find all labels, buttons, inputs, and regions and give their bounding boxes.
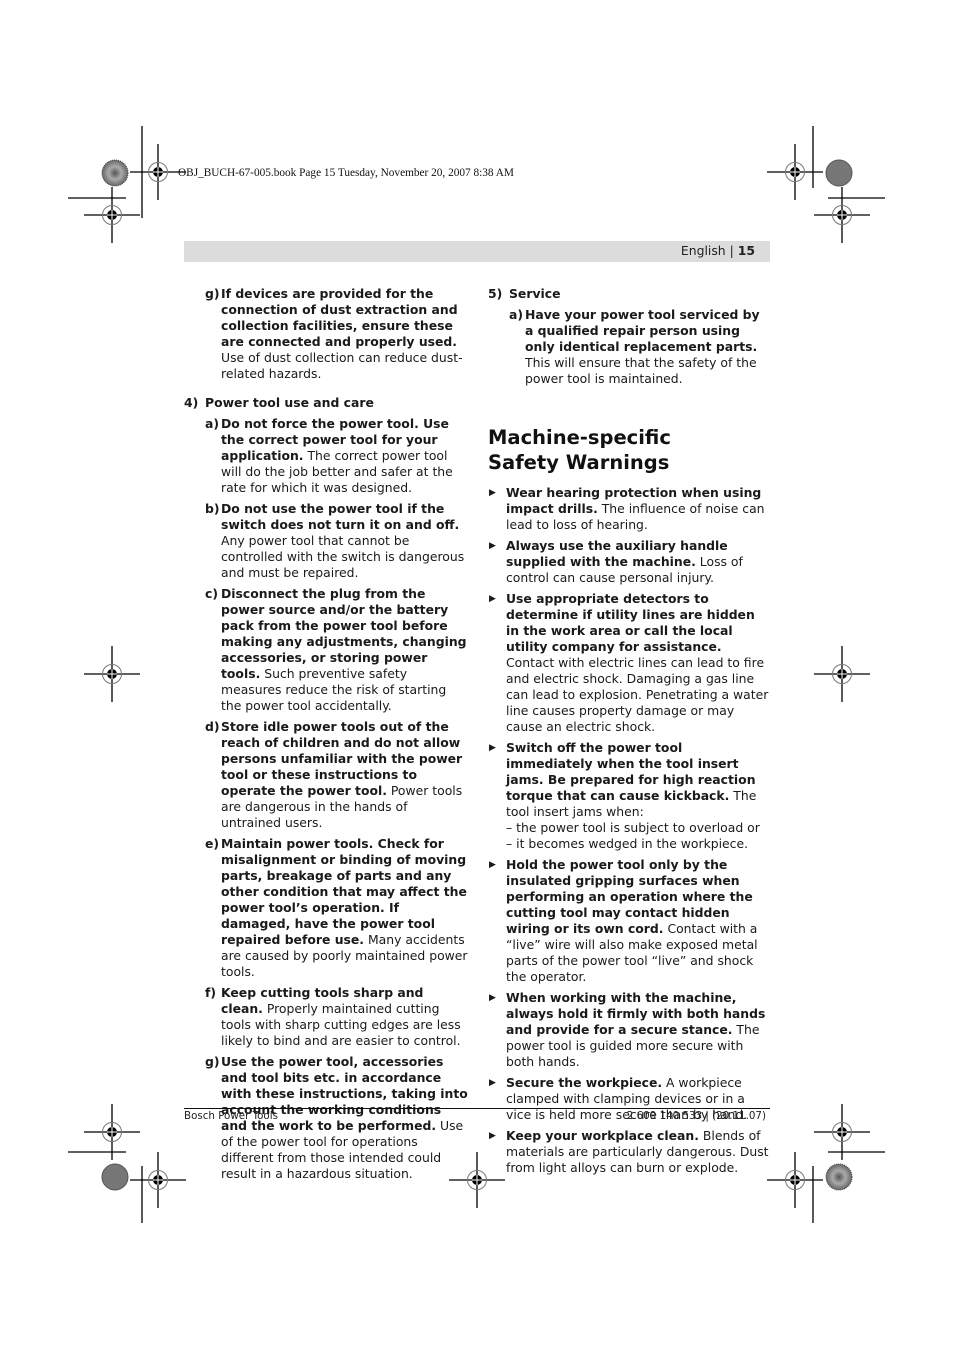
- section-items: a) Do not force the power tool. Use the c…: [184, 416, 468, 1182]
- warning-bullet: ▶ Switch off the power tool immediately w…: [488, 740, 772, 852]
- list-item: a) Do not force the power tool. Use the c…: [184, 416, 468, 496]
- item-label: e): [205, 836, 220, 851]
- list-item: c) Disconnect the plug from the power sou…: [184, 586, 468, 714]
- star-target-icon: [101, 159, 129, 187]
- warning-bullet: ▶ Always use the auxiliary handle supplie…: [488, 538, 772, 586]
- registration-mark-icon: [813, 645, 871, 703]
- heading-line-1: Machine-specific: [488, 426, 671, 449]
- item-label: b): [205, 501, 220, 516]
- section-title-text: Service: [509, 286, 561, 301]
- bullet-bold-text: Use appropriate detectors to determine i…: [506, 591, 755, 654]
- item-bold-text: Do not use the power tool if the switch …: [221, 501, 460, 532]
- gray-target-icon: [101, 1163, 129, 1191]
- bullet-bold-text: Secure the workpiece.: [506, 1075, 663, 1090]
- footer-brand: Bosch Power Tools: [184, 1110, 278, 1122]
- registration-mark-icon: [129, 1151, 187, 1209]
- item-bold-text: Have your power tool serviced by a qual­…: [525, 307, 760, 354]
- item-label: a): [509, 307, 524, 322]
- bullet-arrow-icon: ▶: [489, 1131, 496, 1141]
- section-number: 5): [488, 286, 503, 301]
- header-separator: |: [729, 243, 734, 258]
- right-column: 5) Service a) Have your power tool servic…: [488, 286, 772, 1181]
- list-item: e) Maintain power tools. Check for mis­al…: [184, 836, 468, 980]
- bullet-arrow-icon: ▶: [489, 743, 496, 753]
- warning-bullet: ▶ Keep your workplace clean. Blends of ma…: [488, 1128, 772, 1176]
- list-item: d) Store idle power tools out of the reac…: [184, 719, 468, 831]
- item-label: a): [205, 416, 220, 431]
- star-target-icon: [825, 1163, 853, 1191]
- item-label: d): [205, 719, 220, 734]
- item-text: Any power tool that cannot be controlled…: [221, 533, 465, 580]
- registration-mark-icon: [83, 645, 141, 703]
- warning-bullet: ▶ Use appropriate detectors to determine …: [488, 591, 772, 735]
- bullet-arrow-icon: ▶: [489, 594, 496, 604]
- bullet-text: Contact with electric lines can lead to …: [506, 655, 769, 734]
- page-header-bar: English | 15: [184, 241, 770, 262]
- bullet-bold-text: Always use the auxiliary handle supplied…: [506, 538, 728, 569]
- item-bold-text: If devices are provided for the connec­t…: [221, 286, 458, 349]
- bullet-arrow-icon: ▶: [489, 541, 496, 551]
- list-item: g) If devices are provided for the conne…: [184, 286, 468, 382]
- list-item: f) Keep cutting tools sharp and clean. Pr…: [184, 985, 468, 1049]
- section-title-text: Power tool use and care: [205, 395, 374, 410]
- warning-bullet: ▶ When working with the machine, always h…: [488, 990, 772, 1070]
- footer-doc-number: 2 609 140 533 | (20.11.07): [626, 1110, 766, 1122]
- page-number: 15: [737, 243, 755, 258]
- list-item: b) Do not use the power tool if the switc…: [184, 501, 468, 581]
- section-items: a) Have your power tool serviced by a qua…: [488, 307, 772, 387]
- list-item: a) Have your power tool serviced by a qua…: [488, 307, 772, 387]
- page-header-text: English | 15: [681, 243, 755, 258]
- warning-bullet: ▶ Hold the power tool only by the insulat…: [488, 857, 772, 985]
- item-text: This will ensure that the safety of the …: [525, 355, 757, 386]
- registration-mark-icon: [83, 186, 141, 244]
- footer-rule: [184, 1108, 770, 1109]
- registration-mark-icon: [813, 186, 871, 244]
- bullet-arrow-icon: ▶: [489, 993, 496, 1003]
- print-registration-marks: [68, 126, 885, 1223]
- registration-mark-icon: [766, 1151, 824, 1209]
- bullet-arrow-icon: ▶: [489, 488, 496, 498]
- warning-bullet-list: ▶ Wear hearing protection when using impa…: [488, 485, 772, 1176]
- left-column: g) If devices are provided for the conne…: [184, 286, 468, 1187]
- warning-bullet: ▶ Wear hearing protection when using impa…: [488, 485, 772, 533]
- registration-mark-icon: [766, 143, 824, 201]
- item-label: g): [205, 286, 220, 301]
- item-bold-text: Maintain power tools. Check for mis­alig…: [221, 836, 467, 947]
- item-label: f): [205, 985, 217, 1000]
- bullet-bold-text: Keep your workplace clean.: [506, 1128, 699, 1143]
- bullet-bold-text: Switch off the power tool immediately wh…: [506, 740, 756, 803]
- bullet-arrow-icon: ▶: [489, 860, 496, 870]
- dash-list-item: – it becomes wedged in the workpiece.: [506, 836, 749, 851]
- item-label: c): [205, 586, 219, 601]
- item-text: Use of dust collection can reduce dust-r…: [221, 350, 463, 381]
- heading-line-2: Safety Warnings: [488, 450, 670, 474]
- section-heading: Machine-specific Safety Warnings: [488, 426, 772, 475]
- dash-list-item: – the power tool is subject to overload …: [506, 820, 760, 835]
- section-title: 5) Service: [488, 286, 772, 302]
- section-number: 4): [184, 395, 199, 410]
- header-language: English: [680, 243, 726, 258]
- bullet-bold-text: When working with the machine, always ho…: [506, 990, 766, 1037]
- section-title: 4) Power tool use and care: [184, 395, 468, 411]
- gray-target-icon: [825, 159, 853, 187]
- bullet-arrow-icon: ▶: [489, 1078, 496, 1088]
- print-slug-line: OBJ_BUCH-67-005.book Page 15 Tuesday, No…: [178, 167, 514, 179]
